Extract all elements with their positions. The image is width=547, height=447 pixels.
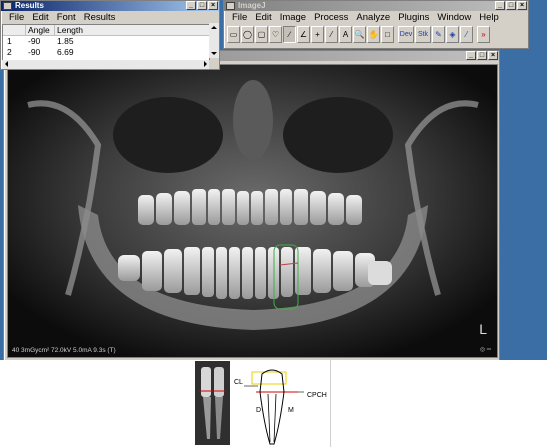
results-titlebar[interactable]: Results _ □ × xyxy=(1,1,219,11)
menu-results[interactable]: Results xyxy=(80,12,120,23)
scroll-down-icon[interactable] xyxy=(211,52,217,58)
fill-tool-icon[interactable]: ◈ xyxy=(446,26,459,43)
exposure-info: 40 3mGycm² 72.0kV 5.0mA 9.3s (T) xyxy=(12,347,116,354)
vertical-scrollbar[interactable] xyxy=(209,23,219,58)
xray-canvas[interactable]: L 40 3mGycm² 72.0kV 5.0mA 9.3s (T) ◎ ═ xyxy=(7,64,498,358)
cell-length: 6.69 xyxy=(57,47,74,57)
results-window[interactable]: Results _ □ × File Edit Font Results Ang… xyxy=(0,0,220,70)
menu-help[interactable]: Help xyxy=(475,12,503,23)
scroll-corner xyxy=(209,60,219,69)
label-m: M xyxy=(288,407,294,414)
tooth-diagram: CL CPCH D M xyxy=(234,369,327,445)
point-tool-icon[interactable]: + xyxy=(311,26,324,43)
orientation-mark: L xyxy=(479,321,487,337)
oval-tool-icon[interactable]: ◯ xyxy=(241,26,254,43)
maximize-button[interactable]: □ xyxy=(477,51,487,60)
stk-tool-icon[interactable]: Stk xyxy=(415,26,431,43)
menu-edit[interactable]: Edit xyxy=(251,12,275,23)
header-length[interactable]: Length xyxy=(54,25,96,35)
dev-tool-icon[interactable]: Dev xyxy=(398,26,414,43)
menu-plugins[interactable]: Plugins xyxy=(394,12,433,23)
close-button[interactable]: × xyxy=(208,1,218,10)
imagej-title: ImageJ xyxy=(238,1,266,10)
header-angle[interactable]: Angle xyxy=(25,25,54,35)
results-menubar: File Edit Font Results xyxy=(1,11,219,24)
angle-tool-icon[interactable]: ∠ xyxy=(297,26,310,43)
menu-analyze[interactable]: Analyze xyxy=(352,12,394,23)
minimize-button[interactable]: _ xyxy=(186,1,196,10)
hand-tool-icon[interactable]: ✋ xyxy=(367,26,380,43)
more-tools-icon[interactable]: » xyxy=(477,26,490,43)
tooth-xray-thumbnail xyxy=(195,361,230,445)
row-index: 1 xyxy=(7,36,12,46)
cell-angle: -90 xyxy=(28,47,41,57)
menu-image[interactable]: Image xyxy=(276,12,310,23)
results-title: Results xyxy=(15,1,44,10)
row-index: 2 xyxy=(7,47,12,57)
cell-angle: -90 xyxy=(28,36,41,46)
menu-file[interactable]: File xyxy=(228,12,251,23)
table-row[interactable]: 1 -90 1.85 xyxy=(3,36,209,47)
header-index xyxy=(3,25,25,35)
document-area: CL CPCH D M xyxy=(0,360,547,447)
color-picker-tool-icon[interactable]: □ xyxy=(381,26,394,43)
horizontal-scrollbar[interactable] xyxy=(2,60,210,69)
table-header: Angle Length xyxy=(3,25,209,36)
menu-edit[interactable]: Edit xyxy=(28,12,52,23)
app-icon xyxy=(3,2,12,10)
app-icon xyxy=(226,2,235,10)
minimize-button[interactable]: _ xyxy=(466,51,476,60)
menu-file[interactable]: File xyxy=(5,12,28,23)
cell-length: 1.85 xyxy=(57,36,74,46)
image-window[interactable]: _ □ × L 40 3mGycm² 72.0kV 5.0mA 9.3s (T)… xyxy=(3,50,500,361)
menu-process[interactable]: Process xyxy=(310,12,352,23)
imagej-window[interactable]: ImageJ _ □ × File Edit Image Process Ana… xyxy=(223,0,529,49)
imagej-menubar: File Edit Image Process Analyze Plugins … xyxy=(224,11,528,24)
menu-font[interactable]: Font xyxy=(53,12,80,23)
imagej-titlebar[interactable]: ImageJ _ □ × xyxy=(224,1,528,11)
maximize-button[interactable]: □ xyxy=(506,1,516,10)
imagej-toolbar: ▭ ◯ ▢ ♡ ∕ ∠ + ⁄ A 🔍 ✋ □ Dev Stk ✎ ◈ ⁄ » xyxy=(224,26,528,43)
menu-window[interactable]: Window xyxy=(433,12,475,23)
table-row[interactable]: 2 -90 6.69 xyxy=(3,47,209,58)
label-cl: CL xyxy=(234,379,243,386)
panoramic-xray-image xyxy=(8,65,497,357)
rounded-rect-tool-icon[interactable]: ▢ xyxy=(255,26,268,43)
wand-tool-icon[interactable]: ⁄ xyxy=(325,26,338,43)
brush-tool-icon[interactable]: ✎ xyxy=(432,26,445,43)
maximize-button[interactable]: □ xyxy=(197,1,207,10)
magnifier-tool-icon[interactable]: 🔍 xyxy=(353,26,366,43)
close-button[interactable]: × xyxy=(517,1,527,10)
scroll-left-icon[interactable] xyxy=(2,61,8,67)
scroll-up-icon[interactable] xyxy=(211,23,217,29)
line-tool-icon[interactable]: ∕ xyxy=(283,26,296,43)
dropper-tool-icon[interactable]: ⁄ xyxy=(460,26,473,43)
minimize-button[interactable]: _ xyxy=(495,1,505,10)
freehand-tool-icon[interactable]: ♡ xyxy=(269,26,282,43)
label-cpch: CPCH xyxy=(307,392,327,399)
label-d: D xyxy=(256,407,261,414)
device-logo: ◎ ═ xyxy=(479,347,491,353)
close-button[interactable]: × xyxy=(488,51,498,60)
rectangle-tool-icon[interactable]: ▭ xyxy=(227,26,240,43)
text-tool-icon[interactable]: A xyxy=(339,26,352,43)
